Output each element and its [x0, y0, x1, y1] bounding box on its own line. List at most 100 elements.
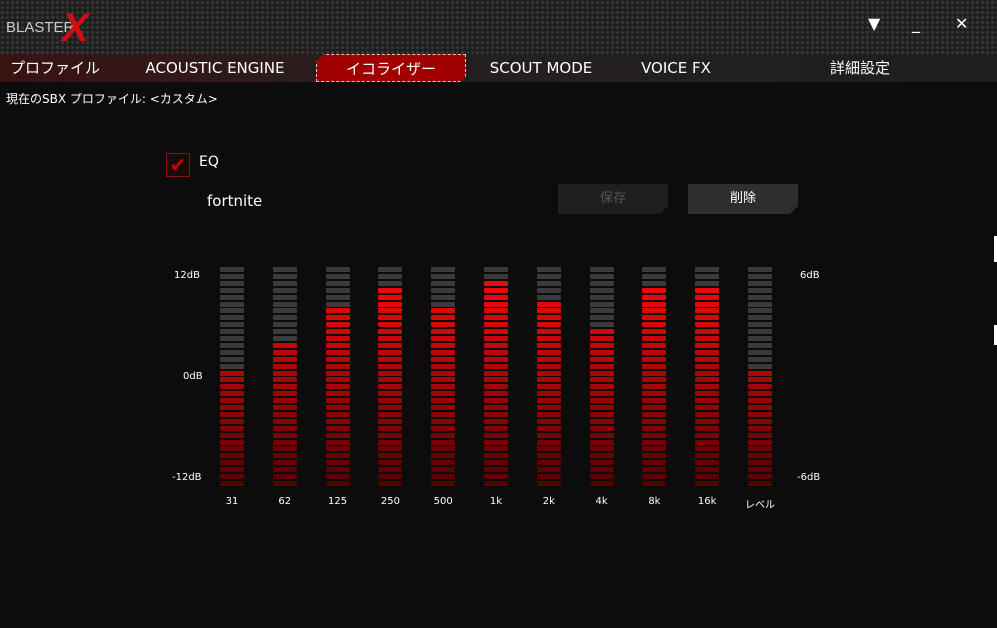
eq-segment-lit	[272, 377, 297, 383]
eq-segment-lit	[536, 405, 561, 410]
eq-segment-lit	[536, 329, 561, 335]
eq-segment-lit	[378, 315, 403, 321]
eq-segment-lit	[272, 460, 297, 466]
eq-segment-lit	[695, 460, 720, 466]
eq-segment-lit	[589, 474, 614, 479]
eq-segment-lit	[431, 363, 456, 369]
tab-voice-fx[interactable]: VOICE FX	[630, 54, 722, 82]
tab-acoustic-engine[interactable]: ACOUSTIC ENGINE	[130, 54, 300, 82]
eq-segment-lit	[695, 342, 720, 348]
eq-segment-lit	[431, 322, 456, 328]
eq-segment-lit	[536, 439, 561, 445]
eq-segment-lit	[695, 391, 720, 397]
eq-segment-lit	[642, 363, 667, 369]
eq-segment-off	[695, 273, 720, 279]
tab-scout-mode[interactable]: SCOUT MODE	[482, 54, 600, 82]
eq-segment-off	[748, 349, 772, 355]
tab-advanced-settings[interactable]: 詳細設定	[810, 54, 910, 82]
eq-segment-lit	[695, 370, 720, 376]
eq-slider-62[interactable]	[272, 267, 297, 489]
eq-segment-lit	[748, 446, 772, 452]
eq-segment-lit	[431, 467, 456, 473]
eq-segment-lit	[695, 446, 720, 452]
eq-segment-lit	[589, 349, 614, 355]
eq-segment-off	[272, 280, 297, 286]
eq-segment-lit	[272, 391, 297, 397]
eq-segment-lit	[695, 480, 720, 486]
eq-segment-off	[484, 273, 508, 279]
save-button[interactable]: 保存	[558, 184, 668, 214]
eq-slider-250[interactable]	[378, 267, 403, 489]
dropdown-icon[interactable]: ▼	[868, 14, 880, 33]
eq-segment-lit	[695, 315, 720, 321]
eq-slider-レベル[interactable]	[748, 267, 772, 489]
eq-segment-lit	[589, 336, 614, 341]
eq-segment-lit	[642, 405, 667, 410]
eq-segment-lit	[695, 349, 720, 355]
eq-segment-lit	[695, 453, 720, 459]
eq-segment-lit	[484, 349, 508, 355]
eq-segment-off	[748, 315, 772, 321]
eq-segment-lit	[272, 370, 297, 376]
eq-checkbox[interactable]: ✔	[166, 153, 190, 177]
eq-slider-16k[interactable]	[695, 267, 720, 489]
eq-slider-2k[interactable]	[536, 267, 561, 489]
eq-segment-off	[536, 294, 561, 300]
eq-segment-lit	[642, 301, 667, 307]
eq-segment-lit	[589, 342, 614, 348]
eq-segment-lit	[748, 418, 772, 424]
eq-segment-lit	[378, 308, 403, 314]
eq-segment-lit	[220, 453, 244, 459]
eq-segment-lit	[272, 411, 297, 417]
eq-segment-off	[589, 273, 614, 279]
eq-segment-lit	[325, 398, 350, 404]
eq-segment-lit	[642, 336, 667, 341]
eq-segment-lit	[272, 349, 297, 355]
eq-segment-lit	[642, 329, 667, 335]
eq-segment-off	[748, 294, 772, 300]
eq-segment-lit	[589, 370, 614, 376]
eq-segment-lit	[484, 370, 508, 376]
eq-slider-1k[interactable]	[484, 267, 508, 489]
eq-slider-500[interactable]	[431, 267, 456, 489]
eq-slider-4k[interactable]	[589, 267, 614, 489]
eq-segment-off	[272, 315, 297, 321]
eq-segment-lit	[220, 377, 244, 383]
eq-segment-lit	[272, 480, 297, 486]
eq-segment-lit	[642, 308, 667, 314]
eq-segment-lit	[536, 460, 561, 466]
eq-segment-lit	[272, 363, 297, 369]
eq-slider-31[interactable]	[220, 267, 244, 489]
frequency-label: 8k	[648, 496, 661, 507]
minimize-icon[interactable]: _	[912, 14, 920, 33]
eq-segment-lit	[642, 370, 667, 376]
eq-segment-lit	[536, 349, 561, 355]
tab-equalizer[interactable]: イコライザー	[316, 54, 466, 82]
eq-segment-lit	[484, 294, 508, 300]
eq-segment-lit	[642, 287, 667, 293]
tab-profile[interactable]: プロファイル	[0, 54, 110, 82]
eq-segment-lit	[536, 418, 561, 424]
eq-segment-lit	[431, 474, 456, 479]
eq-segment-lit	[484, 356, 508, 362]
close-icon[interactable]: ✕	[955, 14, 968, 33]
eq-slider-125[interactable]	[325, 267, 350, 489]
eq-segment-lit	[431, 370, 456, 376]
delete-button[interactable]: 削除	[688, 184, 798, 214]
eq-segment-off	[589, 287, 614, 293]
eq-segment-lit	[272, 425, 297, 431]
eq-segment-lit	[589, 418, 614, 424]
eq-segment-lit	[484, 322, 508, 328]
eq-segment-lit	[431, 336, 456, 341]
eq-segment-lit	[325, 425, 350, 431]
eq-segment-lit	[220, 432, 244, 438]
eq-segment-off	[378, 267, 403, 272]
eq-segment-lit	[325, 356, 350, 362]
frequency-label: レベル	[745, 500, 775, 511]
eq-segment-lit	[378, 384, 403, 390]
eq-segment-off	[220, 301, 244, 307]
eq-segment-lit	[220, 370, 244, 376]
eq-segment-off	[220, 315, 244, 321]
eq-segment-lit	[589, 432, 614, 438]
eq-slider-8k[interactable]	[642, 267, 667, 489]
